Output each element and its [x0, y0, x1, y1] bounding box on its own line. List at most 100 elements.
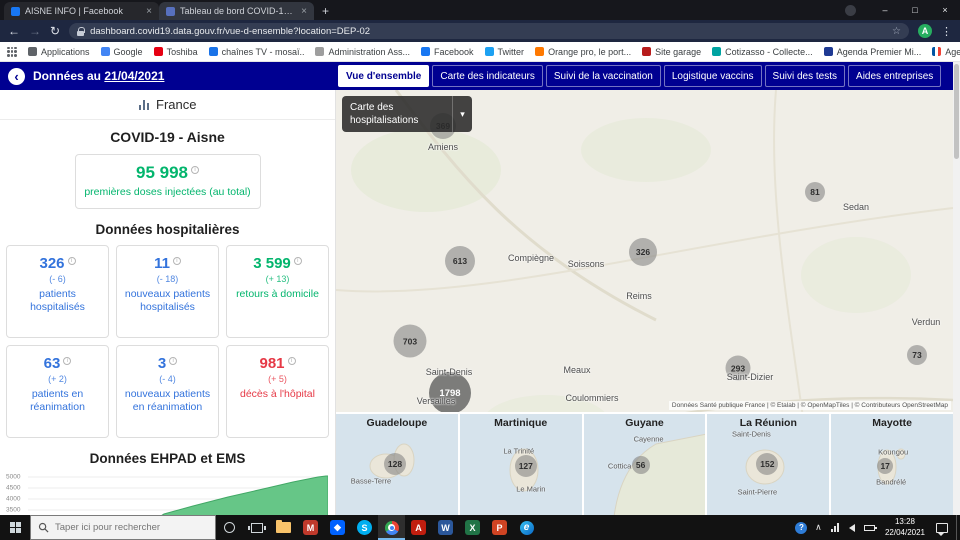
- map-bubble-ardennes[interactable]: 81: [805, 182, 825, 202]
- apps-grid-icon[interactable]: [7, 46, 17, 57]
- page-scrollbar[interactable]: [953, 62, 960, 515]
- back-icon[interactable]: ←: [8, 25, 20, 37]
- nav-tab-suivi-tests[interactable]: Suivi des tests: [764, 65, 846, 87]
- bookmark-favicon: [315, 47, 325, 56]
- bookmark-star-icon[interactable]: ☆: [892, 26, 901, 37]
- stat-card-hospitalises: 326 i (- 6) patients hospitalisés: [6, 244, 109, 338]
- battery-button[interactable]: [861, 515, 878, 540]
- nav-tab-aides-entreprises[interactable]: Aides entreprises: [848, 65, 942, 87]
- address-bar[interactable]: dashboard.covid19.data.gouv.fr/vue-d-ens…: [69, 23, 909, 39]
- bookmark-item[interactable]: Site garage: [642, 47, 701, 57]
- map-bubble-meuse[interactable]: 73: [907, 345, 927, 365]
- bookmark-item[interactable]: Agenda du Préside...: [932, 47, 960, 57]
- back-date-button[interactable]: ‹: [8, 67, 25, 85]
- volume-button[interactable]: [844, 515, 861, 540]
- nav-tab-carte-indicateurs[interactable]: Carte des indicateurs: [432, 65, 543, 87]
- taskbar-app-edge[interactable]: e: [513, 515, 540, 540]
- start-button[interactable]: [0, 515, 30, 540]
- tray-overflow-button[interactable]: ∧: [810, 515, 827, 540]
- date-selector[interactable]: 21/04/2021: [104, 69, 164, 83]
- show-desktop-button[interactable]: [956, 515, 960, 540]
- tile-guyane[interactable]: Guyane Cayenne Cottica 56: [583, 414, 706, 515]
- tile-bubble[interactable]: 17: [877, 458, 894, 474]
- bookmark-item[interactable]: Facebook: [421, 47, 474, 57]
- tile-mayotte[interactable]: Mayotte Koungou 17 Bandrélé: [831, 414, 953, 515]
- tile-guadeloupe[interactable]: Guadeloupe 128 Basse-Terre: [336, 414, 458, 515]
- bookmark-item[interactable]: Google: [100, 47, 143, 57]
- tile-bubble[interactable]: 127: [514, 455, 537, 477]
- tile-la-reunion[interactable]: La Réunion Saint-Denis 152 Saint-Pierre: [707, 414, 830, 515]
- bookmark-item[interactable]: chaînes TV - mosaï..: [208, 47, 304, 57]
- info-icon[interactable]: i: [169, 356, 178, 365]
- network-button[interactable]: [827, 515, 844, 540]
- info-icon[interactable]: i: [67, 256, 76, 265]
- bookmark-item[interactable]: Agenda Premier Mi...: [823, 47, 921, 57]
- taskbar-search[interactable]: [30, 515, 216, 540]
- map-bubble-paris[interactable]: 1798: [429, 372, 471, 414]
- taskbar-app-acrobat[interactable]: A: [405, 515, 432, 540]
- window-maximize-button[interactable]: □: [900, 0, 930, 20]
- bookmark-item[interactable]: Orange pro, le port...: [535, 47, 631, 57]
- bookmark-item[interactable]: Toshiba: [153, 47, 198, 57]
- task-view-button[interactable]: [243, 515, 270, 540]
- browser-extension-icon[interactable]: [845, 4, 856, 16]
- cortana-button[interactable]: [216, 515, 243, 540]
- taskbar-app-file-explorer[interactable]: [270, 515, 297, 540]
- window-close-button[interactable]: ×: [930, 0, 960, 20]
- bookmark-item[interactable]: Twitter: [484, 47, 524, 57]
- stat-card-retours-domicile: 3 599 i (+ 13) retours à domicile: [226, 244, 329, 338]
- map-layer-dropdown[interactable]: Carte des hospitalisations ▾: [342, 96, 472, 132]
- browser-tab-facebook[interactable]: AISNE INFO | Facebook ×: [4, 2, 159, 20]
- info-icon[interactable]: i: [172, 256, 181, 265]
- browser-tab-dashboard[interactable]: Tableau de bord COVID-19 Suiv ×: [159, 2, 314, 20]
- map-bubble-val-doise[interactable]: 703: [393, 324, 427, 358]
- taskbar-clock[interactable]: 13:28 22/04/2021: [878, 517, 932, 538]
- taskbar-app-word[interactable]: W: [432, 515, 459, 540]
- chevron-down-icon: ▾: [452, 96, 472, 132]
- nav-tab-suivi-vaccination[interactable]: Suivi de la vaccination: [545, 65, 661, 87]
- scrollbar-thumb[interactable]: [954, 64, 959, 159]
- search-input[interactable]: [55, 522, 208, 533]
- tab-close-icon[interactable]: ×: [146, 6, 152, 17]
- taskbar-app-powerpoint[interactable]: P: [486, 515, 513, 540]
- nav-tab-logistique-vaccins[interactable]: Logistique vaccins: [663, 65, 762, 87]
- tile-bubble[interactable]: 128: [384, 453, 406, 475]
- taskbar-app-mail[interactable]: M: [297, 515, 324, 540]
- info-icon[interactable]: i: [191, 166, 199, 175]
- new-tab-button[interactable]: +: [322, 4, 329, 18]
- help-tray-button[interactable]: ?: [793, 515, 810, 540]
- taskbar-app-dropbox[interactable]: ◆: [324, 515, 351, 540]
- dashboard-favicon-icon: [166, 6, 175, 16]
- taskbar-app-skype[interactable]: S: [351, 515, 378, 540]
- page-title: Données au 21/04/2021: [33, 69, 165, 83]
- bookmark-item[interactable]: Cotizasso - Collecte...: [712, 47, 813, 57]
- tab-close-icon[interactable]: ×: [301, 6, 307, 17]
- hospitalisations-map[interactable]: Carte des hospitalisations ▾ 369 81 613 …: [336, 90, 953, 515]
- word-icon: W: [438, 520, 453, 535]
- tile-bubble[interactable]: 152: [756, 453, 779, 475]
- url-text[interactable]: dashboard.covid19.data.gouv.fr/vue-d-ens…: [90, 26, 886, 37]
- dropbox-icon: ◆: [330, 520, 345, 535]
- browser-menu-icon[interactable]: ⋮: [941, 25, 952, 38]
- reload-icon[interactable]: ↻: [50, 25, 60, 37]
- tile-martinique[interactable]: Martinique La Trinité 127 Le Marin: [459, 414, 582, 515]
- action-center-icon[interactable]: [936, 522, 948, 536]
- bookmark-item[interactable]: Applications: [28, 47, 90, 57]
- forward-icon[interactable]: →: [29, 25, 41, 37]
- region-selector[interactable]: France: [0, 90, 335, 120]
- windows-taskbar: M ◆ S A W X P e ? ∧ 13:28 22/04/2021: [0, 515, 960, 540]
- profile-avatar[interactable]: A: [918, 24, 932, 38]
- bookmark-item[interactable]: Administration Ass...: [315, 47, 410, 57]
- nav-tab-vue-densemble[interactable]: Vue d'ensemble: [338, 65, 430, 87]
- info-icon[interactable]: i: [293, 256, 302, 265]
- vaccine-value: 95 998 i: [84, 163, 252, 183]
- window-minimize-button[interactable]: –: [870, 0, 900, 20]
- map-bubble-oise[interactable]: 613: [445, 246, 475, 276]
- taskbar-app-chrome[interactable]: [378, 515, 405, 540]
- tile-bubble[interactable]: 56: [631, 456, 650, 474]
- info-icon[interactable]: i: [287, 356, 296, 365]
- map-bubble-aisne[interactable]: 326: [629, 238, 657, 266]
- info-icon[interactable]: i: [63, 356, 72, 365]
- city-label: Verdun: [911, 317, 941, 327]
- taskbar-app-excel[interactable]: X: [459, 515, 486, 540]
